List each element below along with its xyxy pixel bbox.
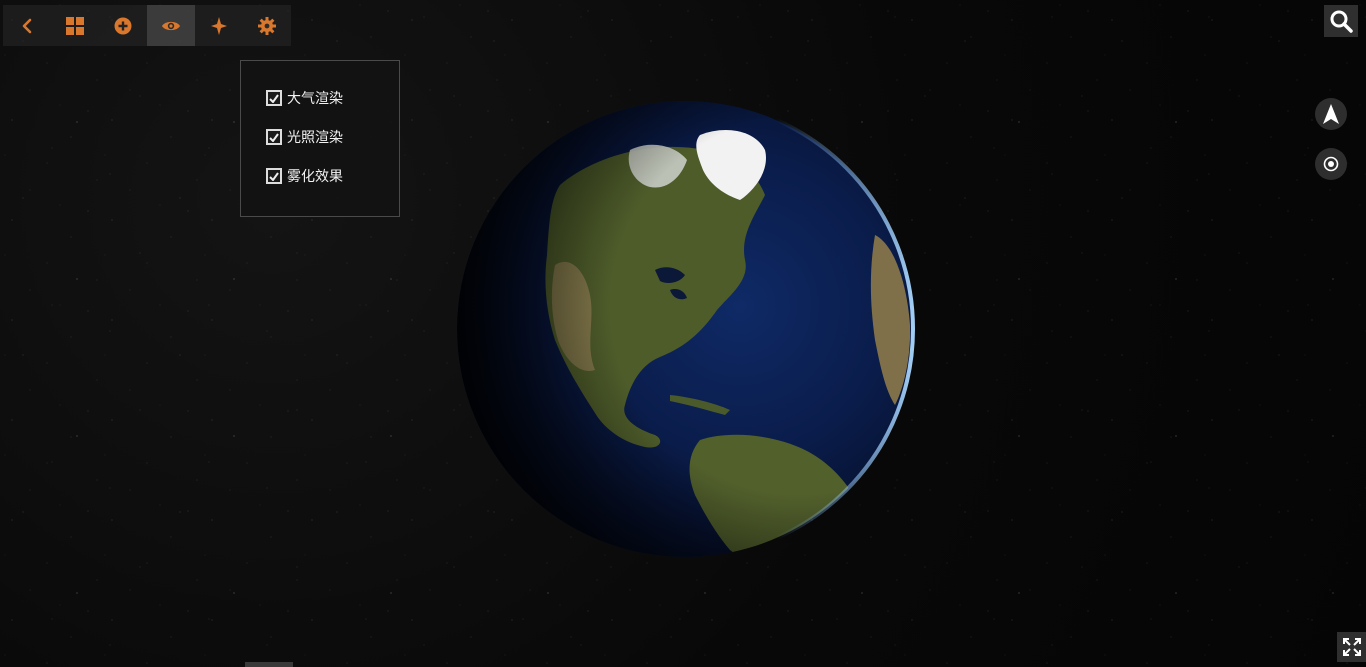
bottom-panel-handle[interactable]	[245, 662, 293, 667]
search-button[interactable]	[1324, 5, 1358, 37]
gear-icon	[258, 16, 276, 35]
plus-circle-icon	[114, 17, 132, 34]
add-button[interactable]	[99, 5, 147, 46]
eye-icon	[162, 21, 180, 30]
search-icon	[1330, 10, 1353, 33]
effects-button[interactable]	[195, 5, 243, 46]
locate-button[interactable]	[1315, 148, 1347, 180]
locate-icon	[1323, 156, 1339, 172]
chevron-left-icon	[22, 18, 32, 33]
globe-night-shade	[457, 101, 913, 557]
fog-label: 雾化效果	[287, 169, 343, 185]
map-viewport[interactable]: 大气渲染 光照渲染 雾化效果	[0, 0, 1366, 667]
checkmark-icon	[269, 132, 279, 142]
fog-checkbox[interactable]	[266, 168, 282, 184]
earth-globe[interactable]	[455, 95, 915, 563]
sparkle-icon	[211, 16, 227, 35]
fullscreen-button[interactable]	[1337, 632, 1366, 662]
lighting-checkbox[interactable]	[266, 129, 282, 145]
compass-button[interactable]	[1315, 98, 1347, 130]
lighting-option[interactable]: 光照渲染	[266, 127, 343, 147]
fog-option[interactable]: 雾化效果	[266, 166, 343, 186]
north-arrow-icon	[1323, 104, 1339, 124]
fullscreen-icon	[1343, 638, 1361, 656]
checkmark-icon	[269, 93, 279, 103]
checkmark-icon	[269, 171, 279, 181]
atmosphere-checkbox[interactable]	[266, 90, 282, 106]
grid-icon	[66, 16, 84, 35]
settings-button[interactable]	[243, 5, 291, 46]
main-toolbar	[3, 5, 291, 46]
atmosphere-option[interactable]: 大气渲染	[266, 88, 343, 108]
render-effects-panel: 大气渲染 光照渲染 雾化效果	[240, 60, 400, 217]
layers-button[interactable]	[51, 5, 99, 46]
view-effects-button[interactable]	[147, 5, 195, 46]
atmosphere-label: 大气渲染	[287, 91, 343, 107]
back-button[interactable]	[3, 5, 51, 46]
lighting-label: 光照渲染	[287, 130, 343, 146]
